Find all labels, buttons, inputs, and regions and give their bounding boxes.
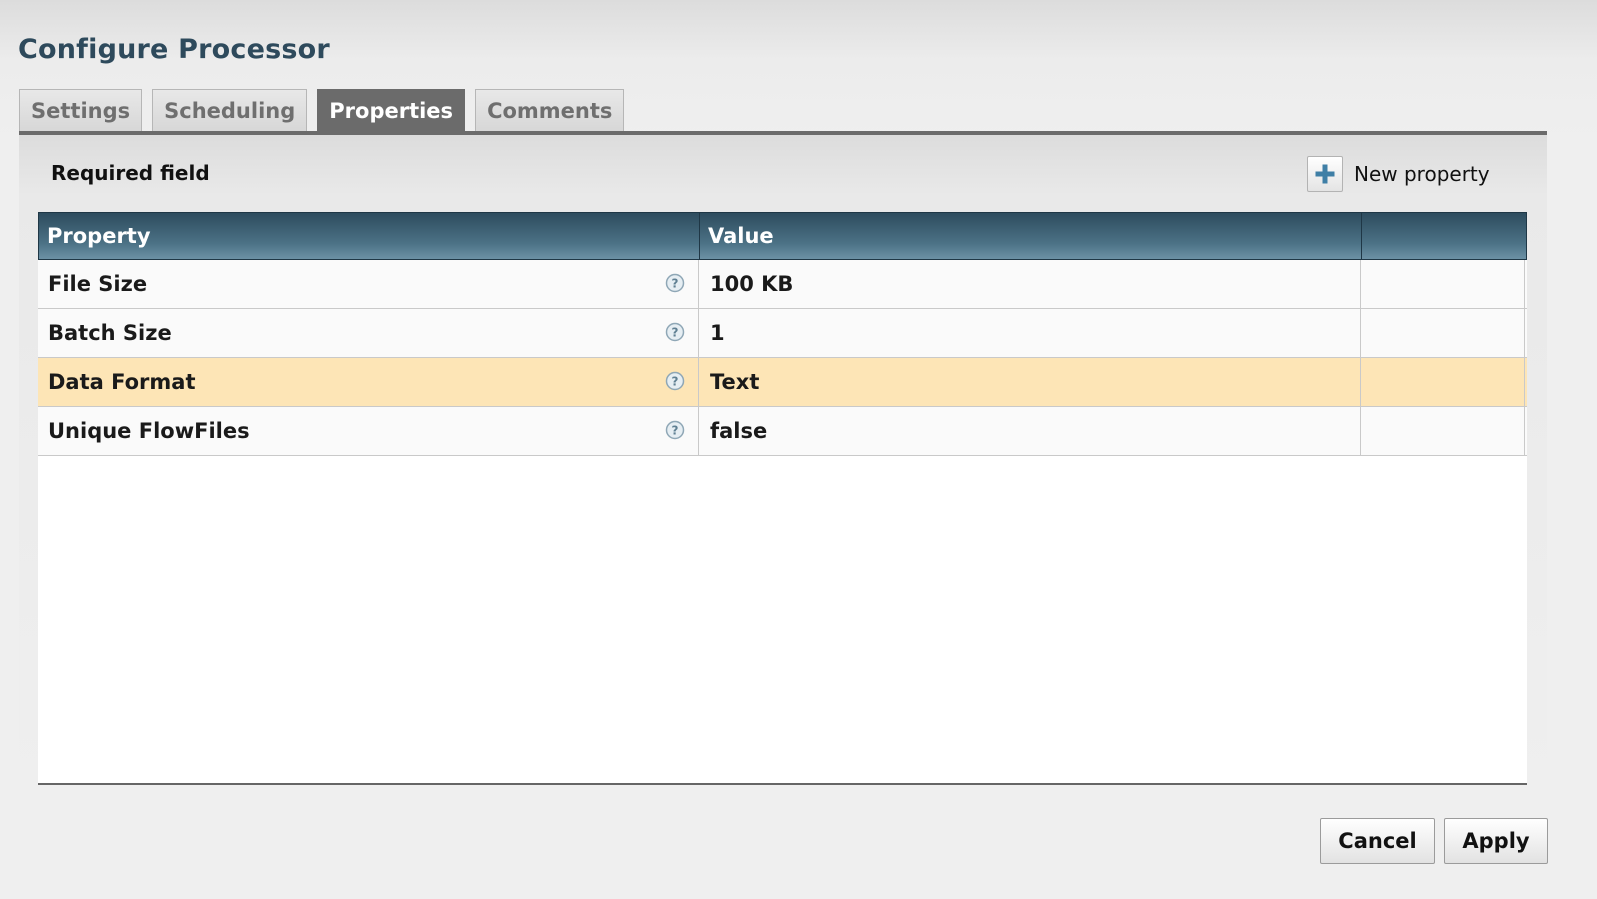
property-actions-cell xyxy=(1361,358,1525,406)
table-row-selected[interactable]: Data Format ? Text xyxy=(38,358,1527,407)
column-header-actions xyxy=(1362,213,1526,259)
property-name-cell: Batch Size ? xyxy=(38,309,699,357)
property-value[interactable]: Text xyxy=(699,358,1361,406)
cancel-button[interactable]: Cancel xyxy=(1320,818,1435,864)
tab-settings[interactable]: Settings xyxy=(19,89,143,131)
property-value[interactable]: 1 xyxy=(699,309,1361,357)
property-actions-cell xyxy=(1361,407,1525,455)
help-icon[interactable]: ? xyxy=(665,420,685,440)
table-header: Property Value xyxy=(38,212,1527,260)
column-header-property[interactable]: Property xyxy=(39,213,700,259)
svg-text:?: ? xyxy=(672,375,679,389)
property-name-cell: Unique FlowFiles ? xyxy=(38,407,699,455)
tab-scheduling[interactable]: Scheduling xyxy=(152,89,308,131)
column-header-value[interactable]: Value xyxy=(700,213,1362,259)
table-row[interactable]: File Size ? 100 KB xyxy=(38,260,1527,309)
tab-bar: Settings Scheduling Properties Comments xyxy=(19,89,634,131)
help-icon[interactable]: ? xyxy=(665,371,685,391)
required-field-label: Required field xyxy=(51,161,210,185)
property-name-cell: File Size ? xyxy=(38,260,699,308)
svg-text:?: ? xyxy=(672,424,679,438)
table-row[interactable]: Batch Size ? 1 xyxy=(38,309,1527,358)
apply-button[interactable]: Apply xyxy=(1444,818,1548,864)
property-actions-cell xyxy=(1361,260,1525,308)
svg-text:?: ? xyxy=(672,277,679,291)
plus-icon[interactable] xyxy=(1307,156,1343,192)
properties-table: Property Value File Size ? 100 KB Batch … xyxy=(38,212,1527,785)
svg-text:?: ? xyxy=(672,326,679,340)
property-value[interactable]: 100 KB xyxy=(699,260,1361,308)
property-value[interactable]: false xyxy=(699,407,1361,455)
help-icon[interactable]: ? xyxy=(665,273,685,293)
help-icon[interactable]: ? xyxy=(665,322,685,342)
tab-properties[interactable]: Properties xyxy=(317,89,466,131)
new-property-button[interactable]: New property xyxy=(1307,156,1490,192)
property-name: Data Format xyxy=(48,370,196,394)
property-actions-cell xyxy=(1361,309,1525,357)
property-name: Unique FlowFiles xyxy=(48,419,250,443)
dialog-title: Configure Processor xyxy=(18,34,330,65)
tab-comments[interactable]: Comments xyxy=(475,89,625,131)
property-name: Batch Size xyxy=(48,321,172,345)
table-row[interactable]: Unique FlowFiles ? false xyxy=(38,407,1527,456)
new-property-label[interactable]: New property xyxy=(1354,162,1490,186)
property-name: File Size xyxy=(48,272,148,296)
property-name-cell: Data Format ? xyxy=(38,358,699,406)
